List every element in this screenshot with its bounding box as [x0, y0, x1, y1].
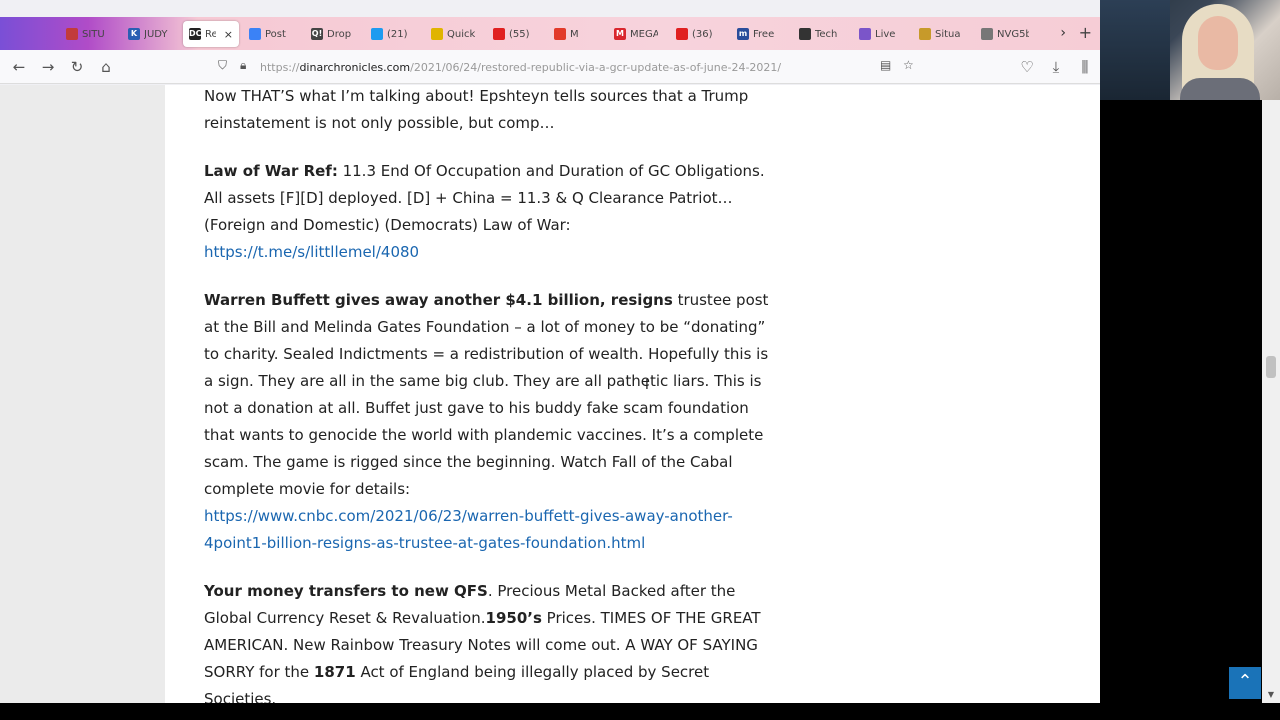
- page-viewport: Now THAT’S what I’m talking about! Epsht…: [0, 85, 1100, 703]
- tab-10[interactable]: (36): [670, 21, 726, 47]
- tab-label: (36): [692, 28, 713, 40]
- article-content: Now THAT’S what I’m talking about! Epsht…: [204, 85, 774, 703]
- article-column: Now THAT’S what I’m talking about! Epsht…: [165, 85, 1100, 703]
- qfs-bold-1950s: 1950’s: [485, 609, 542, 627]
- pocket-icon[interactable]: ♡: [1016, 57, 1038, 77]
- tab-favicon-icon: [493, 28, 505, 40]
- tab-favicon-icon: K: [128, 28, 140, 40]
- address-bar[interactable]: ⛉ 🔒︎ https://dinarchronicles.com/2021/06…: [210, 55, 930, 79]
- tab-label: JUDY: [144, 28, 168, 40]
- telegram-link[interactable]: https://t.me/s/littllemel/4080: [204, 243, 419, 261]
- forward-button[interactable]: →: [37, 57, 59, 77]
- paragraph-epshteyn: Now THAT’S what I’m talking about! Epsht…: [204, 87, 749, 132]
- home-button[interactable]: ⌂: [95, 57, 117, 77]
- bookmark-star-icon[interactable]: ☆: [903, 58, 914, 72]
- tab-label: NVG5b.c: [997, 28, 1029, 40]
- tab-favicon-icon: DC: [189, 28, 202, 40]
- tab-favicon-icon: [919, 28, 931, 40]
- navigation-toolbar: ← → ↻ ⌂ ⛉ 🔒︎ https://dinarchronicles.com…: [0, 50, 1100, 84]
- law-of-war-heading: Law of War Ref:: [204, 162, 338, 180]
- tab-label: Drop: [327, 28, 352, 40]
- url-path: /2021/06/24/restored-republic-via-a-gcr-…: [410, 61, 782, 74]
- webcam-person-face: [1198, 16, 1238, 70]
- tab-15[interactable]: NVG5b.c: [975, 21, 1035, 47]
- paragraph-buffett: Warren Buffett gives away another $4.1 b…: [204, 287, 774, 557]
- tab-label: Situa: [935, 28, 961, 40]
- buffett-heading: Warren Buffett gives away another $4.1 b…: [204, 291, 673, 309]
- tracking-protection-icon[interactable]: ⛉: [218, 58, 227, 73]
- qfs-heading: Your money transfers to new QFS: [204, 582, 488, 600]
- paragraph-law-of-war: Law of War Ref: 11.3 End Of Occupation a…: [204, 158, 774, 266]
- tab-12[interactable]: Tech: [793, 21, 849, 47]
- tab-strip: SITU K JUDY DC Re × Post Q! Drop (21) Quick (55) M M M…: [0, 17, 1100, 50]
- scrollbar-thumb[interactable]: [1266, 356, 1276, 378]
- tab-11[interactable]: m Free: [731, 21, 787, 47]
- tab-13[interactable]: Live: [853, 21, 909, 47]
- webcam-background: [1100, 0, 1170, 100]
- tab-4[interactable]: Q! Drop: [305, 21, 361, 47]
- tab-9[interactable]: M MEGA: [608, 21, 664, 47]
- buffett-text: trustee post at the Bill and Melinda Gat…: [204, 291, 769, 498]
- url-text[interactable]: https://dinarchronicles.com/2021/06/24/r…: [260, 61, 781, 74]
- tab-favicon-icon: [431, 28, 443, 40]
- tab-label: (21): [387, 28, 408, 40]
- tab-label: Post: [265, 28, 286, 40]
- tab-close-icon[interactable]: ×: [224, 28, 233, 41]
- lock-icon[interactable]: 🔒︎: [240, 58, 246, 73]
- reader-view-icon[interactable]: ▤: [880, 58, 891, 72]
- tab-favicon-icon: M: [614, 28, 626, 40]
- library-icon[interactable]: ⫼: [1074, 57, 1096, 77]
- cnbc-link[interactable]: https://www.cnbc.com/2021/06/23/warren-b…: [204, 507, 733, 552]
- tab-favicon-icon: m: [737, 28, 749, 40]
- tab-5[interactable]: (21): [365, 21, 421, 47]
- tab-label: Live: [875, 28, 896, 40]
- webcam-person-shirt: [1180, 78, 1260, 100]
- tab-label: Tech: [815, 28, 838, 40]
- tab-label: Free: [753, 28, 775, 40]
- tab-8[interactable]: M: [548, 21, 604, 47]
- tab-2[interactable]: DC Re ×: [183, 21, 239, 47]
- tab-0[interactable]: SITU: [60, 21, 116, 47]
- tab-favicon-icon: [676, 28, 688, 40]
- back-to-top-button[interactable]: ⌃: [1229, 667, 1261, 699]
- tab-favicon-icon: Q!: [311, 28, 323, 40]
- webcam-overlay: [1100, 0, 1280, 100]
- url-host: dinarchronicles.com: [299, 61, 411, 74]
- tab-3[interactable]: Post: [243, 21, 299, 47]
- new-tab-button[interactable]: +: [1079, 23, 1092, 42]
- qfs-bold-1871: 1871: [313, 663, 356, 681]
- tab-label: M: [570, 28, 579, 40]
- url-prefix: https://: [260, 61, 300, 74]
- tab-14[interactable]: Situa: [913, 21, 969, 47]
- tab-7[interactable]: (55): [487, 21, 543, 47]
- tab-favicon-icon: [981, 28, 993, 40]
- page-scrollbar[interactable]: [1262, 100, 1280, 703]
- paragraph-qfs: Your money transfers to new QFS. Preciou…: [204, 578, 774, 703]
- tab-1[interactable]: K JUDY: [122, 21, 178, 47]
- downloads-icon[interactable]: ⤓: [1045, 57, 1067, 77]
- back-button[interactable]: ←: [8, 57, 30, 77]
- tab-label: MEGA: [630, 28, 658, 40]
- screen-bottom-bar: [0, 703, 1280, 720]
- tab-favicon-icon: [371, 28, 383, 40]
- scroll-down-arrow-icon[interactable]: ▼: [1262, 688, 1280, 702]
- tab-favicon-icon: [249, 28, 261, 40]
- tab-label: Re: [205, 28, 216, 40]
- tab-label: Quick: [447, 28, 475, 40]
- tab-label: SITU: [82, 28, 105, 40]
- text-cursor-icon: I: [645, 378, 649, 393]
- browser-window: SITU K JUDY DC Re × Post Q! Drop (21) Quick (55) M M M…: [0, 0, 1100, 703]
- tab-favicon-icon: [554, 28, 566, 40]
- tab-label: (55): [509, 28, 530, 40]
- tab-favicon-icon: [66, 28, 78, 40]
- tab-scroll-right-icon[interactable]: ›: [1060, 25, 1066, 41]
- tab-favicon-icon: [859, 28, 871, 40]
- tab-favicon-icon: [799, 28, 811, 40]
- tab-6[interactable]: Quick: [425, 21, 481, 47]
- reload-button[interactable]: ↻: [66, 57, 88, 77]
